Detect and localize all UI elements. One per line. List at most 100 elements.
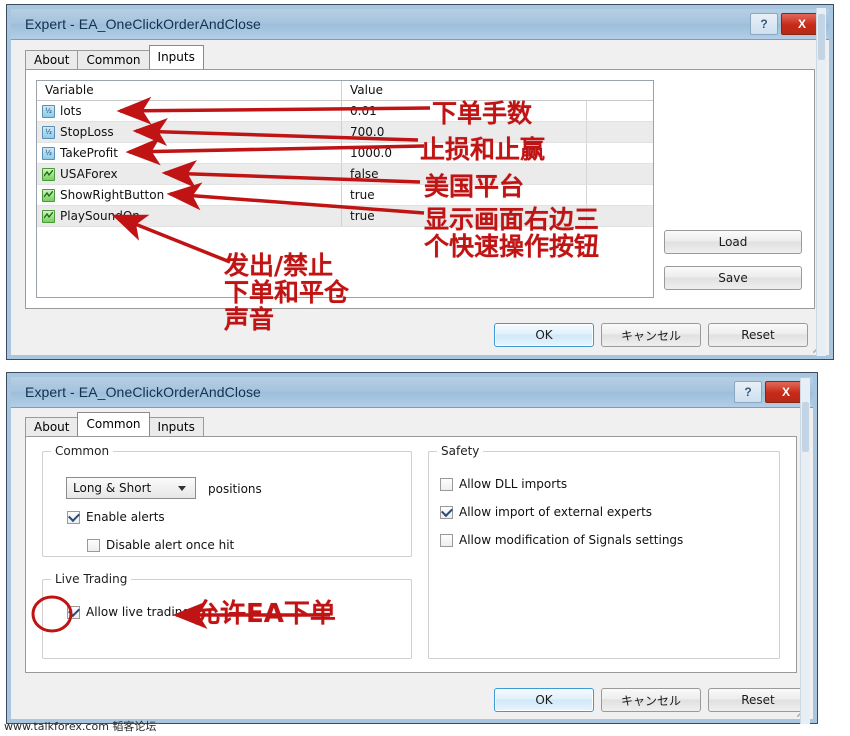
reset-button-1[interactable]: Reset	[708, 323, 808, 347]
variable-name: lots	[60, 104, 82, 118]
checkbox-box[interactable]	[440, 505, 453, 519]
variable-value: 1000.0	[350, 146, 392, 160]
common-group-title: Common	[51, 444, 114, 458]
table-row[interactable]: ShowRightButton true	[37, 185, 653, 206]
ok-button-1[interactable]: OK	[494, 323, 594, 347]
enable-alerts-checkbox[interactable]: Enable alerts	[67, 510, 165, 524]
allow-dll-imports-checkbox[interactable]: Allow DLL imports	[440, 477, 567, 491]
help-button-2[interactable]: ?	[734, 381, 762, 403]
variable-name: TakeProfit	[60, 146, 118, 160]
cancel-button-2[interactable]: キャンセル	[601, 688, 701, 712]
row-value-cell[interactable]: true	[342, 206, 653, 226]
row-variable-cell[interactable]: ½ lots	[37, 101, 342, 121]
value-column-divider	[586, 101, 653, 121]
screenshot-root: Expert - EA_OneClickOrderAndClose ? X Ab…	[0, 0, 850, 736]
allow-live-trading-checkbox[interactable]: Allow live trading	[67, 605, 190, 619]
table-row[interactable]: ½ lots 0.01	[37, 101, 653, 122]
inputs-grid[interactable]: Variable Value ½ lots 0.01 ½ StopLoss 70…	[36, 80, 654, 298]
tabstrip-1: About Common Inputs	[25, 45, 204, 71]
positions-dropdown[interactable]: Long & Short	[66, 477, 196, 499]
tab-about-2[interactable]: About	[25, 417, 79, 438]
allow-modification-signals-checkbox[interactable]: Allow modification of Signals settings	[440, 533, 683, 547]
variable-name: ShowRightButton	[60, 188, 165, 202]
value-column-divider	[586, 206, 653, 226]
numeric-variable-icon: ½	[42, 104, 55, 118]
watermark-text: www.talkforex.com 韬客论坛	[4, 720, 157, 733]
numeric-variable-icon: ½	[42, 125, 55, 139]
tab-common-1[interactable]: Common	[77, 50, 150, 71]
variable-value: true	[350, 188, 375, 202]
tabpage-inputs: Variable Value ½ lots 0.01 ½ StopLoss 70…	[25, 69, 815, 309]
checkbox-box[interactable]	[87, 538, 100, 552]
row-variable-cell[interactable]: USAForex	[37, 164, 342, 184]
row-variable-cell[interactable]: ½ StopLoss	[37, 122, 342, 142]
allow-import-external-experts-label: Allow import of external experts	[459, 505, 653, 519]
disable-alert-once-hit-checkbox[interactable]: Disable alert once hit	[87, 538, 234, 552]
titlebar-buttons-1: ? X	[750, 13, 823, 35]
expert-properties-dialog-common: Expert - EA_OneClickOrderAndClose ? X Ab…	[6, 372, 818, 724]
boolean-variable-icon	[42, 188, 55, 202]
dialog-title-2: Expert - EA_OneClickOrderAndClose	[25, 384, 261, 400]
row-value-cell[interactable]: true	[342, 185, 653, 205]
positions-dropdown-value: Long & Short	[73, 481, 152, 495]
inputs-grid-header: Variable Value	[37, 81, 653, 101]
checkbox-box[interactable]	[440, 533, 453, 547]
checkbox-box[interactable]	[67, 510, 80, 524]
window-scrollbar-1[interactable]	[816, 8, 826, 356]
scrollbar-thumb[interactable]	[818, 14, 825, 60]
row-value-cell[interactable]: false	[342, 164, 653, 184]
row-value-cell[interactable]: 1000.0	[342, 143, 653, 163]
variable-name: PlaySoundOn	[60, 209, 140, 223]
dialog-title-1: Expert - EA_OneClickOrderAndClose	[25, 16, 261, 32]
variable-name: StopLoss	[60, 125, 114, 139]
variable-value: 0.01	[350, 104, 377, 118]
disable-alert-once-hit-label: Disable alert once hit	[106, 538, 235, 552]
boolean-variable-icon	[42, 167, 55, 181]
tab-inputs-1[interactable]: Inputs	[148, 45, 204, 69]
variable-name: USAForex	[60, 167, 118, 181]
tab-about-1[interactable]: About	[25, 50, 79, 71]
tabstrip-2: About Common Inputs	[25, 412, 204, 438]
positions-label: positions	[208, 482, 262, 496]
save-button[interactable]: Save	[664, 266, 802, 290]
chevron-down-icon	[178, 485, 186, 491]
numeric-variable-icon: ½	[42, 146, 55, 160]
variable-value: 700.0	[350, 125, 385, 139]
row-variable-cell[interactable]: PlaySoundOn	[37, 206, 342, 226]
table-row[interactable]: USAForex false	[37, 164, 653, 185]
ok-button-2[interactable]: OK	[494, 688, 594, 712]
cancel-button-1[interactable]: キャンセル	[601, 323, 701, 347]
boolean-variable-icon	[42, 209, 55, 223]
scrollbar-thumb[interactable]	[802, 402, 809, 452]
titlebar-1[interactable]: Expert - EA_OneClickOrderAndClose ? X	[11, 9, 829, 40]
checkbox-box[interactable]	[67, 605, 80, 619]
expert-properties-dialog-inputs: Expert - EA_OneClickOrderAndClose ? X Ab…	[6, 4, 834, 360]
value-column-divider	[586, 185, 653, 205]
allow-live-trading-label: Allow live trading	[86, 605, 190, 619]
row-variable-cell[interactable]: ShowRightButton	[37, 185, 342, 205]
variable-value: false	[350, 167, 379, 181]
help-button-1[interactable]: ?	[750, 13, 778, 35]
allow-import-external-experts-checkbox[interactable]: Allow import of external experts	[440, 505, 652, 519]
tabpage-common: Common Long & Short positions Enable ale…	[25, 436, 797, 673]
reset-button-2[interactable]: Reset	[708, 688, 808, 712]
titlebar-2[interactable]: Expert - EA_OneClickOrderAndClose ? X	[11, 377, 813, 408]
row-variable-cell[interactable]: ½ TakeProfit	[37, 143, 342, 163]
row-value-cell[interactable]: 700.0	[342, 122, 653, 142]
table-row[interactable]: ½ StopLoss 700.0	[37, 122, 653, 143]
load-button[interactable]: Load	[664, 230, 802, 254]
table-row[interactable]: ½ TakeProfit 1000.0	[37, 143, 653, 164]
row-value-cell[interactable]: 0.01	[342, 101, 653, 121]
column-header-variable: Variable	[37, 81, 342, 100]
tab-common-2[interactable]: Common	[77, 412, 150, 436]
titlebar-buttons-2: ? X	[734, 381, 807, 403]
window-scrollbar-2[interactable]	[800, 378, 810, 724]
allow-dll-imports-label: Allow DLL imports	[459, 477, 568, 491]
value-column-divider	[586, 143, 653, 163]
value-column-divider	[586, 164, 653, 184]
table-row[interactable]: PlaySoundOn true	[37, 206, 653, 227]
variable-value: true	[350, 209, 375, 223]
live-trading-group-title: Live Trading	[51, 572, 132, 586]
checkbox-box[interactable]	[440, 477, 453, 491]
tab-inputs-2[interactable]: Inputs	[148, 417, 204, 438]
